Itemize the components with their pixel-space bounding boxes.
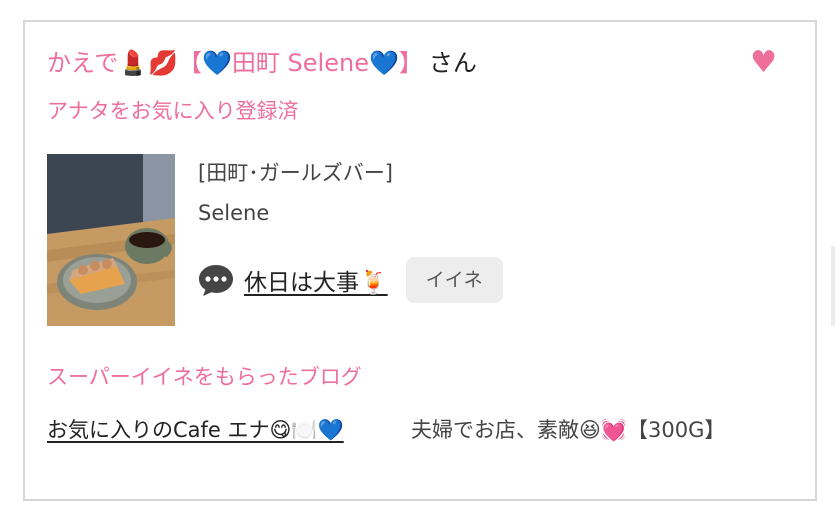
super-iine-blog-text: 夫婦でお店、素敵😆💓【300G】 [411,418,726,442]
scrollbar[interactable] [831,246,835,326]
heart-icon[interactable]: ♥ [750,48,777,78]
speech-bubble-icon [199,265,233,296]
notification-card: かえで💄💋【💙田町 Selene💙】 さん ♥ アナタをお気に入り登録済 [田町･… [23,20,817,501]
super-iine-blog-link[interactable]: お気に入りのCafe エナ😋🍽️💙 [47,414,387,447]
sender-suffix: さん [428,49,477,77]
shop-category: [田町･ガールズバー] [198,161,393,185]
iine-button[interactable]: イイネ [405,257,503,303]
shop-name[interactable]: Selene [198,198,269,228]
favorite-status: アナタをお気に入り登録済 [47,99,299,123]
super-iine-heading: スーパーイイネをもらったブログ [47,365,362,389]
sender-name[interactable]: かえで💄💋【💙田町 Selene💙】 [47,49,423,77]
blog-row: 休日は大事🍹 イイネ [198,257,503,303]
thumbnail-image [47,154,175,326]
blog-thumbnail[interactable] [47,154,175,326]
blog-title-link[interactable]: 休日は大事🍹 [244,263,388,297]
sender-line[interactable]: かえで💄💋【💙田町 Selene💙】 さん [47,46,477,80]
